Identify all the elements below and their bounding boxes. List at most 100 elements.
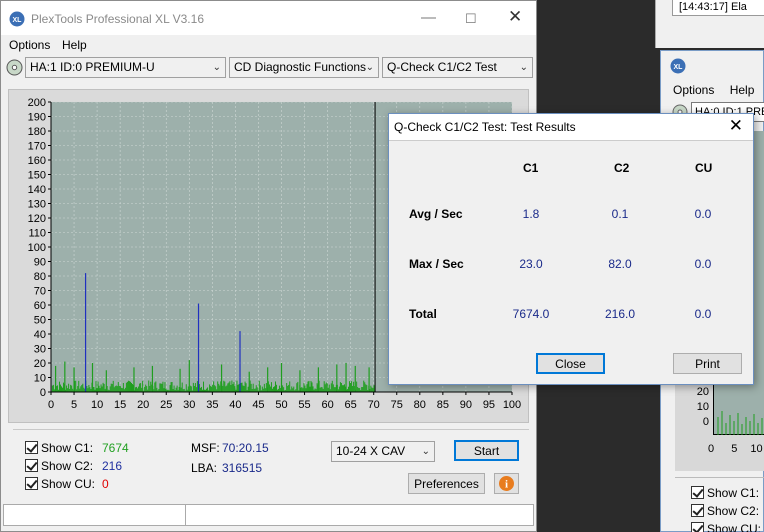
max-c2: 82.0 [608, 257, 632, 271]
close-button[interactable]: Close [536, 353, 605, 374]
svg-text:XL: XL [13, 17, 23, 24]
y-tick-label: 0 [40, 387, 46, 399]
plextools-logo-icon: XL [9, 11, 25, 27]
y-tick-label: 60 [34, 300, 46, 312]
bg-show-cu-check[interactable]: Show CU: [691, 522, 761, 532]
info-icon: i [499, 476, 514, 491]
x-tick-label: 75 [391, 399, 403, 411]
test-select[interactable]: Q-Check C1/C2 Test ⌄ [382, 57, 533, 78]
x-tick-label: 85 [437, 399, 449, 411]
x-tick-label: 15 [114, 399, 126, 411]
column-header-c2: C2 [614, 161, 630, 175]
show-c1-checkbox[interactable]: Show C1: [25, 441, 93, 455]
maximize-icon[interactable]: ☐ [465, 11, 477, 27]
x-tick-label: 80 [414, 399, 426, 411]
row-label-avg: Avg / Sec [409, 207, 463, 221]
info-button[interactable]: i [494, 473, 519, 494]
avg-c2: 0.1 [611, 207, 629, 221]
status-bar [3, 504, 534, 526]
y-tick-label: 120 [28, 213, 46, 225]
y-tick-label: 20 [34, 358, 46, 370]
chevron-down-icon: ⌄ [421, 446, 430, 457]
dialog-body: C1 C2 CU Avg / Sec 1.8 0.1 0.0 Max / Sec… [389, 140, 753, 384]
svg-text:i: i [505, 479, 508, 491]
chevron-down-icon: ⌄ [519, 62, 528, 73]
x-tick-label: 90 [460, 399, 472, 411]
y-tick-label: 140 [28, 184, 46, 196]
close-icon[interactable]: ✕ [508, 7, 522, 27]
bg-menu-help[interactable]: Help [730, 83, 755, 97]
y-tick-label: 30 [34, 344, 46, 356]
y-tick-label: 80 [34, 271, 46, 283]
x-tick-label: 20 [137, 399, 149, 411]
bg-show-c1-check[interactable]: Show C1: [691, 486, 759, 500]
show-c2-checkbox[interactable]: Show C2: [25, 459, 93, 473]
minimize-icon[interactable]: — [421, 9, 436, 26]
print-button[interactable]: Print [673, 353, 742, 374]
plextools-logo-icon: XL [670, 58, 686, 74]
row-label-max: Max / Sec [409, 257, 464, 271]
row-label-total: Total [409, 307, 437, 321]
y-tick-label: 50 [34, 315, 46, 327]
dialog-title-bar[interactable]: Q-Check C1/C2 Test: Test Results ✕ [389, 114, 753, 140]
speed-select[interactable]: 10-24 X CAV ⌄ [331, 441, 435, 462]
window-title: PlexTools Professional XL V3.16 [31, 12, 204, 26]
preferences-button[interactable]: Preferences [408, 473, 485, 494]
x-tick-label: 100 [503, 399, 521, 411]
dialog-close-icon[interactable]: ✕ [729, 116, 743, 136]
total-c1: 7674.0 [512, 307, 550, 321]
dialog-title: Q-Check C1/C2 Test: Test Results [394, 120, 576, 134]
msf-value: 70:20.15 [222, 441, 269, 455]
menu-bar: Options Help [1, 35, 536, 55]
svg-text:XL: XL [674, 64, 684, 71]
c2-count: 216 [102, 459, 123, 473]
menu-help[interactable]: Help [62, 38, 87, 52]
results-panel: Show C1: Show C2: Show CU: 7674 216 0 MS… [13, 429, 529, 499]
bg-x-axis-labels: 0 5 10 [708, 443, 763, 455]
column-header-c1: C1 [523, 161, 539, 175]
y-tick-label: 180 [28, 126, 46, 138]
bg-menu-bar: Options Help [673, 83, 764, 97]
y-tick-label: 200 [28, 97, 46, 109]
column-header-cu: CU [695, 161, 713, 175]
y-tick-label: 170 [28, 141, 46, 153]
y-tick-label: 130 [28, 199, 46, 211]
y-tick-label: 150 [28, 170, 46, 182]
avg-c1: 1.8 [522, 207, 540, 221]
max-c1: 23.0 [519, 257, 543, 271]
msf-label: MSF: [191, 441, 220, 455]
total-c2: 216.0 [604, 307, 636, 321]
avg-cu: 0.0 [694, 207, 712, 221]
x-tick-label: 55 [298, 399, 310, 411]
bg-menu-options[interactable]: Options [673, 83, 714, 97]
x-tick-label: 65 [345, 399, 357, 411]
x-tick-label: 45 [252, 399, 264, 411]
y-tick-label: 10 [34, 373, 46, 385]
y-tick-label: 40 [34, 329, 46, 341]
total-cu: 0.0 [694, 307, 712, 321]
drive-disc-icon [6, 59, 23, 76]
y-tick-label: 160 [28, 155, 46, 167]
x-tick-label: 70 [368, 399, 380, 411]
x-tick-label: 25 [160, 399, 172, 411]
y-tick-label: 190 [28, 112, 46, 124]
drive-select[interactable]: HA:1 ID:0 PREMIUM-U ⌄ [25, 57, 226, 78]
x-tick-label: 95 [483, 399, 495, 411]
start-button[interactable]: Start [454, 440, 519, 461]
chevron-down-icon: ⌄ [212, 62, 221, 73]
background-window-log: [14:43:17] Ela [655, 0, 764, 48]
x-tick-label: 30 [183, 399, 195, 411]
function-select[interactable]: CD Diagnostic Functions ⌄ [229, 57, 379, 78]
bg-show-c2-check[interactable]: Show C2: [691, 504, 759, 518]
log-text: [14:43:17] Ela [672, 0, 764, 16]
x-tick-label: 35 [206, 399, 218, 411]
x-tick-label: 10 [91, 399, 103, 411]
title-bar[interactable]: XL PlexTools Professional XL V3.16 — ☐ ✕ [1, 1, 536, 35]
max-cu: 0.0 [694, 257, 712, 271]
chevron-down-icon: ⌄ [365, 62, 374, 73]
cu-count: 0 [102, 477, 109, 491]
show-cu-checkbox[interactable]: Show CU: [25, 477, 95, 491]
y-tick-label: 100 [28, 242, 46, 254]
menu-options[interactable]: Options [9, 38, 50, 52]
lba-value: 316515 [222, 461, 263, 475]
